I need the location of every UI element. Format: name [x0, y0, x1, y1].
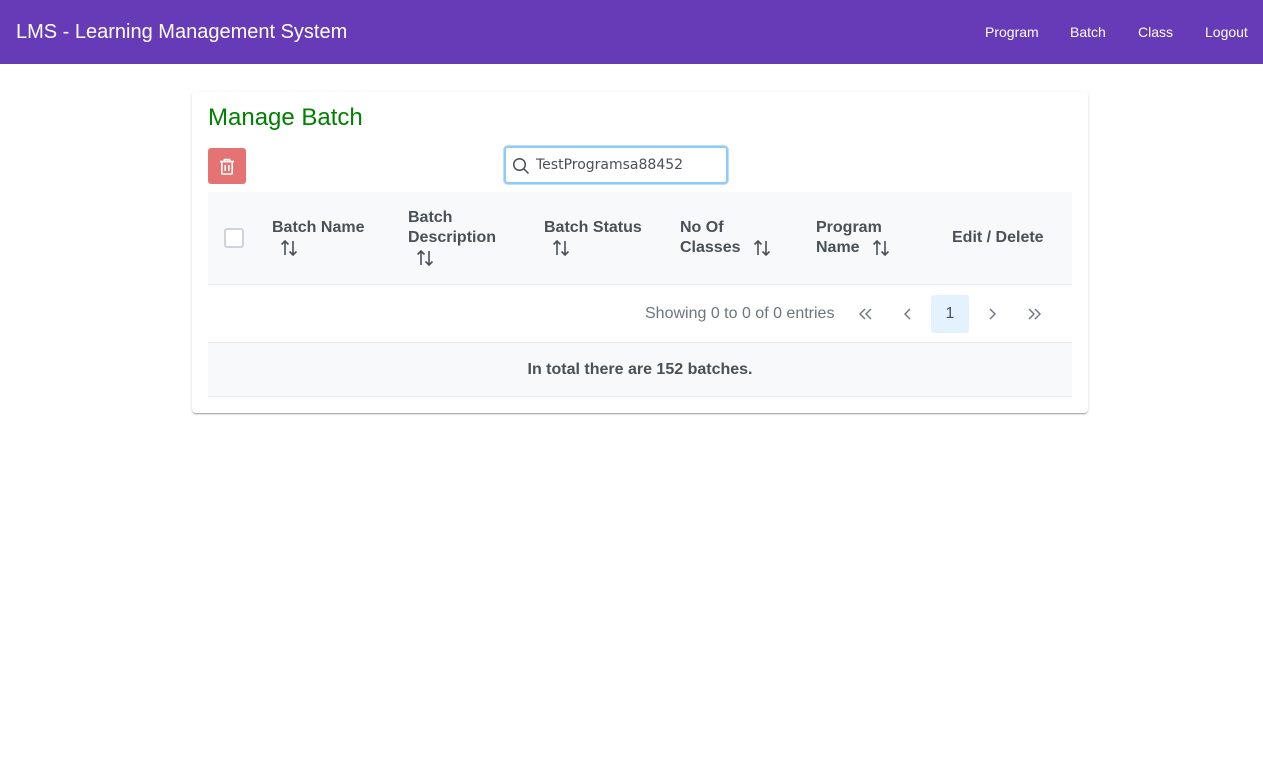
- prev-page-button[interactable]: [889, 295, 927, 333]
- table-footer: In total there are 152 batches.: [208, 343, 1072, 397]
- column-program-name[interactable]: Program Name: [816, 218, 890, 258]
- page-title: Manage Batch: [208, 104, 363, 131]
- last-page-button[interactable]: [1015, 295, 1053, 333]
- column-batch-name[interactable]: Batch Name: [272, 218, 364, 258]
- nav-batch[interactable]: Batch: [1070, 24, 1106, 40]
- sort-icon: [872, 239, 889, 257]
- next-page-icon: [989, 308, 996, 320]
- top-navbar: LMS - Learning Management System Program…: [0, 0, 1263, 64]
- last-page-icon: [1028, 308, 1041, 320]
- column-batch-description[interactable]: Batch Description: [408, 208, 496, 268]
- page-button[interactable]: 1: [931, 295, 969, 333]
- column-no-of-classes[interactable]: No Of Classes: [680, 218, 771, 258]
- nav-class[interactable]: Class: [1138, 24, 1173, 40]
- nav-program[interactable]: Program: [985, 24, 1039, 40]
- sort-icon: [416, 249, 434, 267]
- table-header: Batch Name Batch Description Batch Statu…: [208, 192, 1072, 285]
- sort-icon: [753, 239, 770, 257]
- search-icon: [512, 157, 530, 175]
- first-page-button[interactable]: [847, 295, 885, 333]
- manage-batch-card: Manage Batch Batch Name Batch Descriptio…: [192, 92, 1088, 413]
- app-title: LMS - Learning Management System: [16, 21, 348, 43]
- prev-page-icon: [904, 308, 911, 320]
- select-all-checkbox[interactable]: [224, 228, 244, 248]
- paginator: Showing 0 to 0 of 0 entries 1: [208, 285, 1072, 343]
- total-batches-text: In total there are 152 batches.: [527, 361, 753, 378]
- pagination-summary: Showing 0 to 0 of 0 entries: [645, 305, 835, 322]
- search-input[interactable]: [536, 155, 716, 175]
- delete-selected-button[interactable]: [208, 148, 246, 184]
- search-box: [504, 146, 728, 184]
- first-page-icon: [859, 308, 872, 320]
- column-batch-status[interactable]: Batch Status: [544, 218, 642, 258]
- sort-icon: [280, 239, 298, 257]
- nav-logout[interactable]: Logout: [1205, 24, 1248, 40]
- next-page-button[interactable]: [973, 295, 1011, 333]
- sort-icon: [552, 239, 570, 257]
- trash-icon: [220, 158, 234, 175]
- column-edit-delete: Edit / Delete: [952, 229, 1044, 246]
